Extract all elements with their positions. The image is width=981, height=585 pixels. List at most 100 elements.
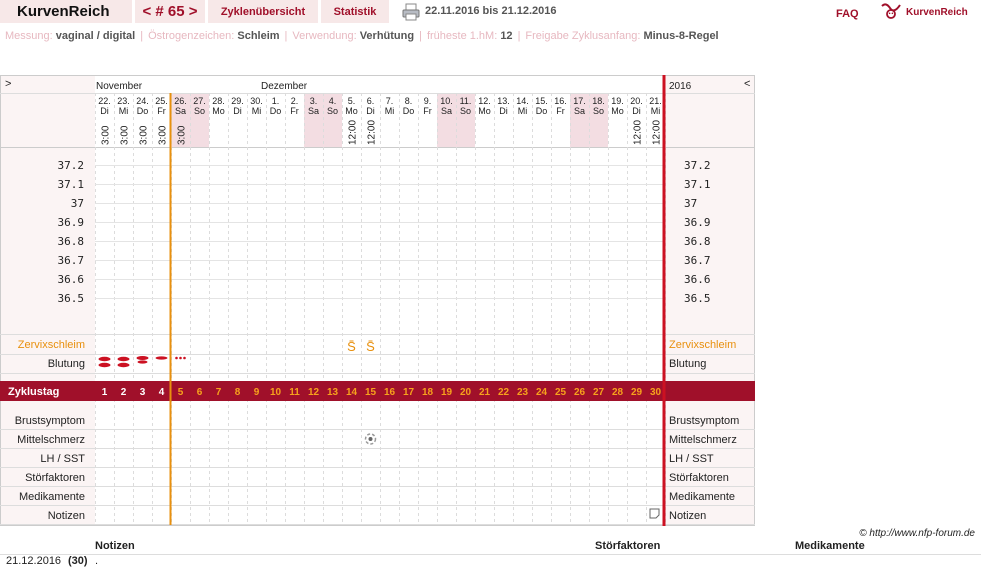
footer-divider (0, 554, 981, 555)
cycle-day-number: 4 (159, 387, 165, 398)
app-title[interactable]: KurvenReich (0, 0, 132, 23)
day-number: 16. (554, 96, 567, 106)
row-label-cervical: Zervixschleim (18, 339, 85, 351)
cycle-day-number: 19 (441, 387, 453, 398)
row-label-bleeding: Blutung (48, 358, 85, 370)
date-range: 22.11.2016 bis 21.12.2016 (425, 5, 557, 17)
logo-icon (880, 2, 902, 23)
setting-value: Verhütung (359, 30, 415, 42)
day-weekday: So (593, 106, 604, 116)
day-weekday: Mi (119, 106, 129, 116)
row-label-notes: Notizen (48, 510, 85, 522)
cycle-chart[interactable]: > <2016 November Dezember 22. Di 3:00 23. Mi 3:00… (0, 75, 755, 526)
day-number: 7. (386, 96, 394, 106)
day-number: 29. (231, 96, 244, 106)
day-weekday: Di (366, 106, 375, 116)
day-number: 28. (212, 96, 225, 106)
day-weekday: Sa (308, 106, 319, 116)
row-label-right-bleeding: Blutung (669, 358, 706, 370)
temp-label-left: 37.2 (58, 159, 85, 172)
measure-time: 3:00 (101, 125, 112, 145)
day-weekday: Di (233, 106, 242, 116)
disturbances-column-header: Störfaktoren (595, 540, 661, 552)
settings-separator: | (284, 30, 288, 42)
chart-nav-right[interactable]: < (744, 78, 750, 90)
temp-label-left: 36.9 (58, 216, 85, 229)
day-number: 13. (497, 96, 510, 106)
day-number: 9. (424, 96, 432, 106)
tab-statistics[interactable]: Statistik (321, 0, 389, 23)
printer-icon[interactable] (402, 3, 420, 21)
day-weekday: Mo (611, 106, 624, 116)
setting-value: vaginal / digital (55, 30, 136, 42)
measure-time: 12:00 (367, 120, 378, 145)
bleeding-light-mark (155, 356, 168, 360)
setting-value: Minus-8-Regel (643, 30, 719, 42)
day-number: 24. (136, 96, 149, 106)
setting-label: Messung: (5, 30, 56, 42)
temp-label-left: 37 (71, 197, 84, 210)
day-weekday: Mo (478, 106, 491, 116)
temp-label-left: 36.8 (58, 235, 85, 248)
day-weekday: Mo (345, 106, 358, 116)
settings-separator: | (517, 30, 521, 42)
day-number: 8. (405, 96, 413, 106)
settings-separator: | (419, 30, 422, 42)
day-weekday: Di (499, 106, 508, 116)
cycle-day-number: 20 (460, 387, 472, 398)
temp-label-right: 37 (684, 197, 697, 210)
bleeding-medium-mark (137, 360, 148, 364)
cycle-settings: Messung: vaginal / digital | Östrogenzeich… (5, 30, 719, 42)
cycle-day-number: 13 (327, 387, 339, 398)
day-weekday: Mi (518, 106, 528, 116)
temp-label-right: 36.9 (684, 216, 711, 229)
setting-label: Östrogenzeichen: (148, 30, 238, 42)
row-label-right-breast: Brustsymptom (669, 415, 739, 427)
temp-label-right: 36.5 (684, 292, 711, 305)
cycle-day-number: 16 (384, 387, 396, 398)
cycle-day-number: 29 (631, 387, 643, 398)
note-icon[interactable] (649, 508, 660, 519)
row-label-meds: Medikamente (19, 491, 85, 503)
logo-text: KurvenReich (906, 7, 968, 18)
cycle-navigator[interactable]: < # 65 > (135, 0, 205, 23)
row-label-disturb: Störfaktoren (25, 472, 85, 484)
row-label-right-lh: LH / SST (669, 453, 714, 465)
day-number: 2. (291, 96, 299, 106)
setting-label: früheste 1.hM: (426, 30, 501, 42)
row-label-right-midpain: Mittelschmerz (669, 434, 737, 446)
bleeding-strong-mark (98, 362, 111, 368)
temp-label-right: 36.7 (684, 254, 711, 267)
measure-time: 3:00 (158, 125, 169, 145)
tab-cycle-overview[interactable]: Zyklenübersicht (208, 0, 318, 23)
chart-nav-left[interactable]: > (5, 78, 11, 90)
day-number: 18. (592, 96, 605, 106)
row-label-right-cervical: Zervixschleim (669, 339, 736, 351)
day-weekday: So (327, 106, 338, 116)
day-number: 21. (649, 96, 662, 106)
cycle-day-number: 6 (197, 387, 203, 398)
credit-link[interactable]: © http://www.nfp-forum.de (859, 528, 975, 539)
row-label-cycle-day: Zyklustag (8, 386, 59, 398)
day-weekday: Di (632, 106, 641, 116)
day-number: 23. (117, 96, 130, 106)
medications-column-header: Medikamente (795, 540, 865, 552)
spotting-dot (183, 356, 186, 360)
cycle-day-number: 21 (479, 387, 491, 398)
day-number: 30. (250, 96, 263, 106)
day-weekday: So (194, 106, 205, 116)
bleeding-strong-mark (117, 356, 130, 362)
faq-link[interactable]: FAQ (836, 8, 859, 20)
day-weekday: Mo (212, 106, 225, 116)
bleeding-strong-mark (98, 356, 111, 362)
spotting-dot (179, 356, 182, 360)
logo[interactable]: KurvenReich (880, 2, 968, 23)
spotting-dot (175, 356, 178, 360)
cycle-chart-svg[interactable]: > <2016November Dezember22.Di3:0023.Mi3:00… (0, 75, 755, 526)
measure-time: 12:00 (652, 120, 663, 145)
temp-label-right: 37.1 (684, 178, 711, 191)
day-number: 10. (440, 96, 453, 106)
setting-label: Freigabe Zyklusanfang: (525, 30, 644, 42)
temp-label-right: 37.2 (684, 159, 711, 172)
temp-label-right: 36.6 (684, 273, 711, 286)
